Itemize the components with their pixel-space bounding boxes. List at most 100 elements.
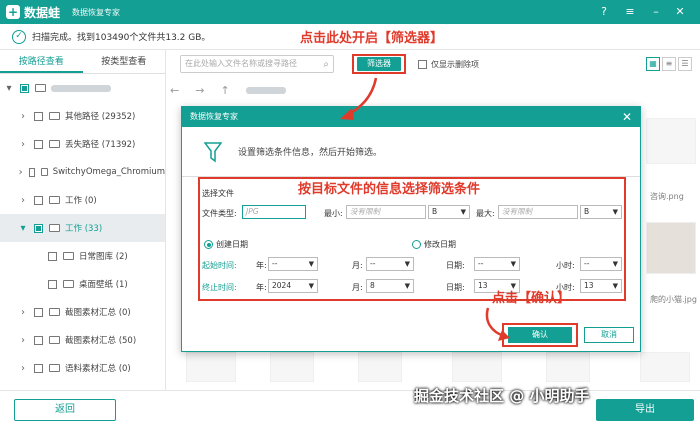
min-unit-value: B bbox=[432, 207, 438, 216]
file-type-input[interactable]: JPG bbox=[242, 205, 306, 219]
back-arrow-icon[interactable]: ← bbox=[170, 84, 179, 97]
dialog-footer: 确认 取消 bbox=[182, 319, 640, 351]
start-hour-select[interactable]: -- ▼ bbox=[580, 257, 622, 271]
checkbox[interactable] bbox=[29, 167, 35, 177]
annotation-click-confirm: 点击【确认】 bbox=[492, 291, 571, 306]
month-label: 月: bbox=[352, 261, 363, 270]
chevron-down-icon: ▼ bbox=[308, 282, 314, 290]
tree-row-corpus[interactable]: › 语料素材汇总 (0) bbox=[0, 354, 165, 382]
tab-by-path[interactable]: 按路径查看 bbox=[0, 50, 83, 73]
end-hour-select[interactable]: 13 ▼ bbox=[580, 279, 622, 293]
chevron-down-icon[interactable]: ▾ bbox=[4, 83, 14, 94]
hour-label: 小时: bbox=[556, 261, 575, 270]
chevron-down-icon: ▼ bbox=[510, 260, 516, 268]
nav-row: ← → ↑ bbox=[170, 82, 370, 98]
chevron-right-icon[interactable]: › bbox=[18, 167, 23, 178]
search-icon[interactable]: ⌕ bbox=[323, 57, 329, 73]
filter-button[interactable]: 筛选器 bbox=[357, 57, 401, 71]
search-placeholder: 在此处输入文件名称或搜寻路径 bbox=[185, 59, 297, 68]
checkbox[interactable] bbox=[34, 111, 43, 121]
confirm-button[interactable]: 确认 bbox=[508, 327, 572, 343]
chevron-right-icon[interactable]: › bbox=[18, 363, 28, 374]
checkbox[interactable] bbox=[34, 139, 43, 149]
start-year-select[interactable]: -- ▼ bbox=[268, 257, 318, 271]
menu-icon[interactable]: ≡ bbox=[622, 4, 638, 20]
year-label: 年: bbox=[256, 283, 267, 292]
checkbox[interactable] bbox=[34, 195, 43, 205]
modified-date-radio[interactable] bbox=[412, 240, 421, 249]
tree-row-drive[interactable]: ▾ bbox=[0, 74, 165, 102]
tree-row-screenshots-50[interactable]: › 截图素材汇总 (50) bbox=[0, 326, 165, 354]
dialog-header: 设置筛选条件信息，然后开始筛选。 bbox=[182, 127, 640, 177]
day-label: 日期: bbox=[446, 261, 465, 270]
tree-row-daily-gallery[interactable]: 日常图库 (2) bbox=[0, 242, 165, 270]
chevron-right-icon[interactable]: › bbox=[18, 111, 28, 122]
back-button[interactable]: 返回 bbox=[14, 399, 116, 421]
tree-row-work-0[interactable]: › 工作 (0) bbox=[0, 186, 165, 214]
start-day-select[interactable]: -- ▼ bbox=[474, 257, 520, 271]
up-arrow-icon[interactable]: ↑ bbox=[220, 84, 229, 97]
checkbox[interactable] bbox=[48, 279, 57, 289]
chevron-right-icon[interactable]: › bbox=[18, 139, 28, 150]
checkbox[interactable] bbox=[418, 59, 427, 69]
chevron-right-icon[interactable]: › bbox=[18, 335, 28, 346]
checkbox[interactable] bbox=[34, 363, 43, 373]
end-year-select[interactable]: 2024 ▼ bbox=[268, 279, 318, 293]
blurred-label bbox=[51, 84, 111, 92]
end-day-value: 13 bbox=[478, 281, 488, 290]
tree-row-switchyomega[interactable]: › SwitchyOmega_Chromium bbox=[0, 158, 165, 186]
start-month-select[interactable]: -- ▼ bbox=[366, 257, 414, 271]
tree-label: 其他路径 (29352) bbox=[65, 112, 136, 122]
search-input[interactable]: 在此处输入文件名称或搜寻路径 ⌕ bbox=[180, 55, 334, 73]
folder-icon bbox=[49, 196, 60, 204]
checkbox[interactable] bbox=[20, 83, 29, 93]
max-unit-select[interactable]: B ▼ bbox=[580, 205, 622, 219]
sidebar-tabs: 按路径查看 按类型查看 bbox=[0, 50, 165, 74]
cancel-button[interactable]: 取消 bbox=[584, 327, 634, 343]
only-deleted-label: 仅显示删除项 bbox=[431, 59, 479, 69]
start-hour-value: -- bbox=[584, 259, 590, 268]
tree-row-work-33[interactable]: ▾ 工作 (33) bbox=[0, 214, 165, 242]
min-unit-select[interactable]: B ▼ bbox=[428, 205, 470, 219]
close-icon[interactable]: ✕ bbox=[672, 4, 688, 20]
checkbox[interactable] bbox=[34, 307, 43, 317]
close-icon[interactable]: ✕ bbox=[622, 107, 632, 127]
chevron-right-icon[interactable]: › bbox=[18, 195, 28, 206]
select-file-label: 选择文件 bbox=[202, 189, 234, 198]
tree-row-screenshots-0[interactable]: › 截图素材汇总 (0) bbox=[0, 298, 165, 326]
chevron-right-icon[interactable]: › bbox=[18, 307, 28, 318]
minimize-icon[interactable]: – bbox=[648, 4, 664, 20]
checkbox[interactable] bbox=[34, 223, 43, 233]
tree-row-lost-paths[interactable]: › 丢失路径 (71392) bbox=[0, 130, 165, 158]
view-switcher: ▦ ≡ ☰ bbox=[646, 57, 692, 71]
only-deleted-toggle[interactable]: 仅显示删除项 bbox=[418, 59, 479, 70]
export-button[interactable]: 导出 bbox=[596, 399, 694, 421]
max-size-input[interactable]: 没有限制 bbox=[498, 205, 578, 219]
list-view-icon[interactable]: ≡ bbox=[662, 57, 676, 71]
tree-label: 丢失路径 (71392) bbox=[65, 140, 136, 150]
tree-row-wallpaper[interactable]: 桌面壁纸 (1) bbox=[0, 270, 165, 298]
checkbox[interactable] bbox=[34, 335, 43, 345]
month-label: 月: bbox=[352, 283, 363, 292]
toolbar: 在此处输入文件名称或搜寻路径 ⌕ 筛选器 仅显示删除项 ▦ ≡ ☰ bbox=[166, 50, 700, 78]
folder-icon bbox=[49, 336, 60, 344]
detail-view-icon[interactable]: ☰ bbox=[678, 57, 692, 71]
tree-label: 工作 (0) bbox=[65, 196, 97, 206]
title-bar: + 数据蛙 数据恢复专家 ? ≡ – ✕ bbox=[0, 0, 700, 24]
tree-row-other-paths[interactable]: › 其他路径 (29352) bbox=[0, 102, 165, 130]
created-date-radio[interactable] bbox=[204, 240, 213, 249]
grid-view-icon[interactable]: ▦ bbox=[646, 57, 660, 71]
filter-button-highlight: 筛选器 bbox=[352, 54, 406, 74]
help-icon[interactable]: ? bbox=[596, 4, 612, 20]
checkbox[interactable] bbox=[48, 251, 57, 261]
end-month-select[interactable]: 8 ▼ bbox=[366, 279, 414, 293]
tab-by-type[interactable]: 按类型查看 bbox=[83, 50, 166, 73]
check-circle-icon: ✓ bbox=[12, 29, 26, 44]
min-size-input[interactable]: 没有限制 bbox=[346, 205, 426, 219]
tree-label: 桌面壁纸 (1) bbox=[79, 280, 128, 290]
start-day-value: -- bbox=[478, 259, 484, 268]
forward-arrow-icon[interactable]: → bbox=[195, 84, 204, 97]
chevron-down-icon[interactable]: ▾ bbox=[18, 223, 28, 234]
end-time-label: 终止时间: bbox=[202, 283, 237, 292]
tree-label: 日常图库 (2) bbox=[79, 252, 128, 262]
